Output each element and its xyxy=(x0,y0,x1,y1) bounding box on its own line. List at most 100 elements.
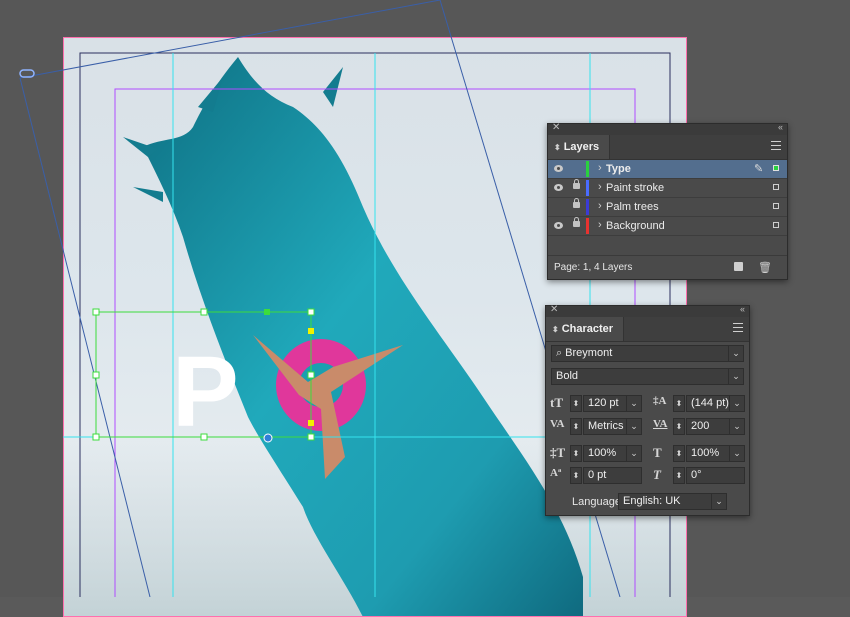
panel-menu-icon[interactable] xyxy=(733,323,743,332)
layer-color-swatch xyxy=(586,161,589,177)
tab-layers[interactable]: ⬍ Layers xyxy=(548,135,611,159)
character-tabbar: ⬍ Character xyxy=(546,317,749,342)
horizontal-scale-value: 100% xyxy=(691,447,720,459)
kerning-icon: VA xyxy=(550,418,565,430)
layers-panel[interactable]: ✕ ‹‹ ⬍Layers › Type ✎ › Paint stroke › xyxy=(547,122,789,280)
panel-menu-icon[interactable] xyxy=(771,141,781,150)
baseline-shift-icon: Aª xyxy=(550,467,562,479)
font-style-value: Bold xyxy=(556,370,579,382)
updown-icon: ⬍ xyxy=(552,325,559,334)
baseline-shift-value: 0 pt xyxy=(588,469,607,481)
layers-footer: Page: 1, 4 Layers 🗑 xyxy=(548,255,787,280)
layer-row-type[interactable]: › Type ✎ xyxy=(548,160,787,179)
layer-color-swatch xyxy=(586,199,589,215)
text-frame-handle-active[interactable] xyxy=(264,309,270,315)
leading-stepper[interactable]: ⬍ xyxy=(673,395,685,412)
horizontal-scale-field[interactable]: 100% ⌄ xyxy=(686,445,745,462)
collapse-icon[interactable]: ‹‹ xyxy=(740,304,745,314)
leading-icon: ‡A xyxy=(653,395,667,407)
language-value: English: UK xyxy=(623,495,681,507)
vertical-scale-stepper[interactable]: ⬍ xyxy=(570,445,582,462)
tracking-stepper[interactable]: ⬍ xyxy=(673,418,685,435)
layer-color-swatch xyxy=(586,218,589,234)
layer-color-swatch xyxy=(586,180,589,196)
layer-name[interactable]: Paint stroke xyxy=(606,182,664,194)
chevron-right-icon[interactable]: › xyxy=(598,181,602,193)
layers-panel-titlebar[interactable]: ✕ ‹‹ xyxy=(548,122,787,135)
selection-square-icon[interactable] xyxy=(773,203,779,209)
chevron-down-icon[interactable]: ⌄ xyxy=(626,446,641,461)
out-port[interactable] xyxy=(308,420,314,426)
language-dropdown[interactable]: English: UK ⌄ xyxy=(618,493,727,510)
chevron-right-icon[interactable]: › xyxy=(598,219,602,231)
font-family-value: Breymont xyxy=(565,347,613,359)
layer-name[interactable]: Background xyxy=(606,220,665,232)
visibility-eye-icon[interactable] xyxy=(554,165,563,172)
in-port[interactable] xyxy=(308,328,314,334)
character-panel-titlebar[interactable]: ✕ ‹‹ xyxy=(546,304,749,317)
chevron-down-icon[interactable]: ⌄ xyxy=(728,369,743,384)
chevron-down-icon[interactable]: ⌄ xyxy=(626,419,641,434)
chevron-right-icon[interactable]: › xyxy=(598,200,602,212)
tab-character[interactable]: ⬍ Character xyxy=(546,317,625,341)
font-family-dropdown[interactable]: ⌕ Breymont ⌄ xyxy=(551,345,744,362)
chevron-down-icon[interactable]: ⌄ xyxy=(729,396,744,411)
baseline-shift-field[interactable]: 0 pt xyxy=(583,467,642,484)
visibility-eye-icon[interactable] xyxy=(554,184,563,191)
layer-row-palm-trees[interactable]: › Palm trees xyxy=(548,198,787,217)
text-frame-content[interactable]: P xyxy=(172,336,239,448)
leading-field[interactable]: (144 pt) ⌄ xyxy=(686,395,745,412)
kerning-value: Metrics xyxy=(588,420,624,432)
layer-row-paint-stroke[interactable]: › Paint stroke xyxy=(548,179,787,198)
new-layer-icon[interactable] xyxy=(734,262,743,271)
visibility-eye-icon[interactable] xyxy=(554,222,563,229)
layer-name[interactable]: Type xyxy=(606,163,631,175)
selection-square-icon[interactable] xyxy=(773,184,779,190)
chevron-down-icon[interactable]: ⌄ xyxy=(626,396,641,411)
collapse-icon[interactable]: ‹‹ xyxy=(778,122,783,132)
chevron-down-icon[interactable]: ⌄ xyxy=(729,446,744,461)
selection-square-icon[interactable] xyxy=(773,222,779,228)
language-label: Language: xyxy=(572,496,624,508)
skew-value: 0° xyxy=(691,469,702,481)
vertical-scale-value: 100% xyxy=(588,447,617,459)
vertical-scale-field[interactable]: 100% ⌄ xyxy=(583,445,642,462)
chevron-down-icon[interactable]: ⌄ xyxy=(728,346,743,361)
layers-list: › Type ✎ › Paint stroke › Palm trees › B… xyxy=(548,159,789,255)
tab-character-label: Character xyxy=(561,323,614,335)
content-grabber-icon[interactable] xyxy=(263,433,273,443)
tracking-field[interactable]: 200 ⌄ xyxy=(686,418,745,435)
close-icon[interactable]: ✕ xyxy=(552,122,560,133)
updown-icon: ⬍ xyxy=(554,143,561,152)
font-size-stepper[interactable]: ⬍ xyxy=(570,395,582,412)
font-style-dropdown[interactable]: Bold ⌄ xyxy=(551,368,744,385)
horizontal-scale-icon: T xyxy=(653,445,662,460)
kerning-stepper[interactable]: ⬍ xyxy=(570,418,582,435)
font-size-icon: tT xyxy=(550,395,563,410)
skew-field[interactable]: 0° xyxy=(686,467,745,484)
lock-icon[interactable] xyxy=(573,217,580,227)
tracking-icon: VA xyxy=(653,418,668,430)
lock-icon[interactable] xyxy=(573,198,580,208)
chevron-down-icon[interactable]: ⌄ xyxy=(729,419,744,434)
character-panel[interactable]: ✕ ‹‹ ⬍ Character ⌕ Breymont ⌄ Bold ⌄ tT ⬍ … xyxy=(545,304,750,516)
baseline-shift-stepper[interactable]: ⬍ xyxy=(570,467,582,484)
layer-name[interactable]: Palm trees xyxy=(606,201,659,213)
layers-status: Page: 1, 4 Layers xyxy=(554,262,633,273)
skew-icon: T xyxy=(653,467,661,482)
horizontal-scale-stepper[interactable]: ⬍ xyxy=(673,445,685,462)
tracking-value: 200 xyxy=(691,420,710,432)
font-size-field[interactable]: 120 pt ⌄ xyxy=(583,395,642,412)
vertical-scale-icon: ‡T xyxy=(550,445,566,460)
chevron-right-icon[interactable]: › xyxy=(598,162,602,174)
chevron-down-icon[interactable]: ⌄ xyxy=(711,494,726,509)
pen-icon: ✎ xyxy=(754,163,764,175)
selection-square-icon[interactable] xyxy=(773,165,779,171)
rotated-frame-top xyxy=(19,0,441,79)
lock-icon[interactable] xyxy=(573,179,580,189)
skew-stepper[interactable]: ⬍ xyxy=(673,467,685,484)
kerning-field[interactable]: Metrics ⌄ xyxy=(583,418,642,435)
trash-icon[interactable]: 🗑 xyxy=(758,261,772,274)
layer-row-background[interactable]: › Background xyxy=(548,217,787,236)
close-icon[interactable]: ✕ xyxy=(550,304,558,315)
